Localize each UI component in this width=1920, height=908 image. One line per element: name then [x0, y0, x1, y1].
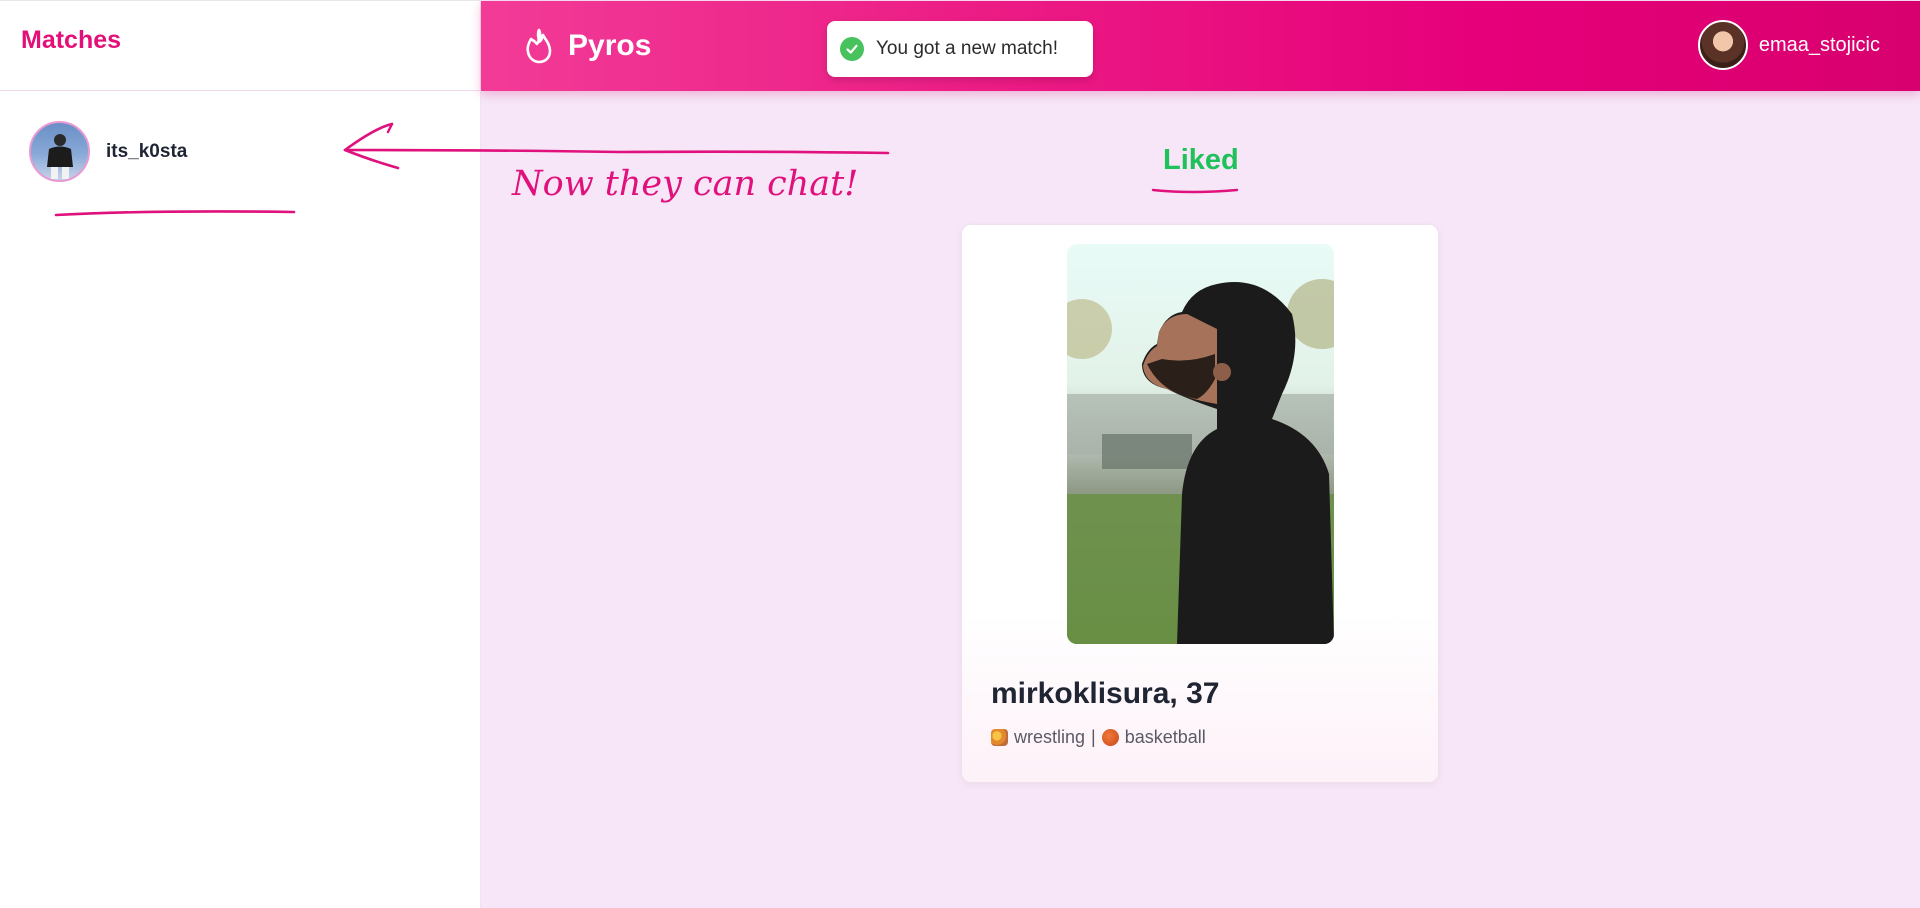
sidebar-title: Matches — [21, 26, 122, 54]
flame-icon — [526, 28, 552, 64]
profile-interests: wrestling | basketball — [991, 727, 1206, 748]
brand-logo[interactable]: Pyros — [524, 28, 651, 64]
wrestling-emoji-icon — [991, 729, 1008, 746]
profile-card[interactable]: mirkoklisura, 37 wrestling | basketball — [961, 224, 1439, 783]
match-item[interactable]: its_k0sta — [29, 121, 187, 182]
check-circle-icon — [840, 37, 864, 61]
top-header: Pyros You got a new match! emaa_stojicic — [481, 1, 1920, 91]
brand-name: Pyros — [568, 29, 652, 62]
basketball-emoji-icon — [1101, 729, 1119, 746]
person-silhouette-icon — [47, 134, 73, 179]
user-username: emaa_stojicic — [1758, 33, 1880, 56]
app-root: Matches its_k0sta Pyros You got a new ma… — [0, 0, 1920, 908]
match-toast: You got a new match! — [827, 21, 1093, 77]
interest-separator: | — [1091, 727, 1096, 747]
match-username: its_k0sta — [106, 140, 188, 162]
profile-name-age: mirkoklisura, 37 — [991, 677, 1220, 710]
user-menu[interactable]: emaa_stojicic — [1697, 20, 1880, 70]
profile-photo-image — [1067, 244, 1334, 644]
annotation-text: Now they can chat! — [512, 164, 859, 204]
title-underline — [1151, 188, 1239, 194]
interest-label: wrestling — [1014, 727, 1086, 747]
section-title: Liked — [1163, 144, 1239, 176]
match-avatar — [29, 121, 90, 182]
interest-label: basketball — [1124, 727, 1206, 747]
user-avatar — [1697, 20, 1748, 70]
toast-message: You got a new match! — [876, 38, 1059, 59]
profile-photo — [1067, 244, 1334, 644]
sidebar-header: Matches — [0, 0, 480, 91]
matches-sidebar: Matches its_k0sta — [0, 0, 481, 908]
